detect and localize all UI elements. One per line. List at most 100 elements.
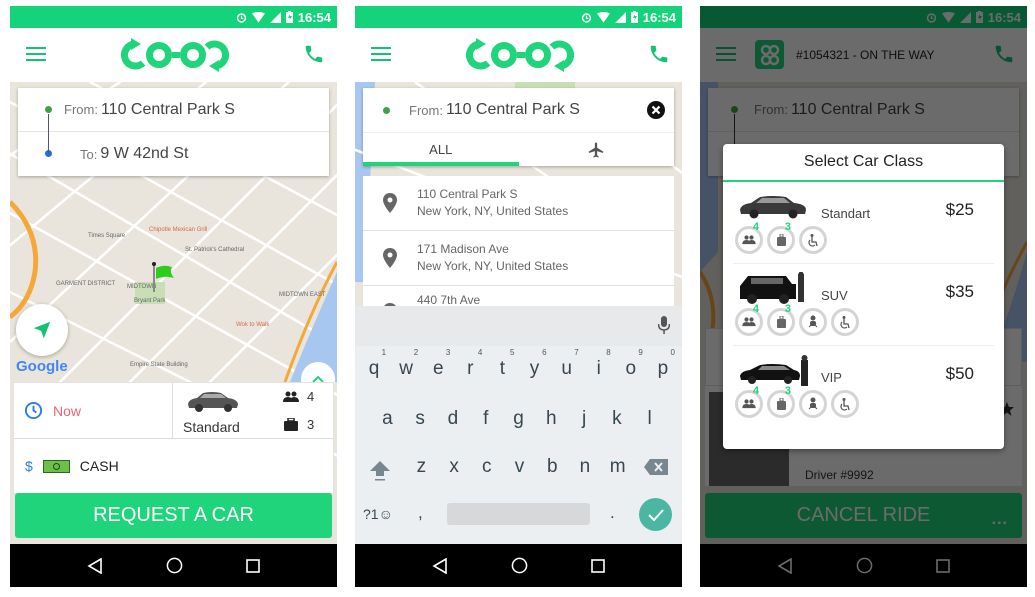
flag-marker-icon (152, 262, 174, 292)
feature-passengers: 4 (735, 221, 763, 254)
key-z[interactable]: z (405, 456, 438, 478)
luggage-count: 3 (784, 221, 791, 233)
key-l[interactable]: l (633, 408, 666, 430)
car-class-price: $25 (945, 200, 974, 219)
key-hint: 0 (670, 348, 675, 357)
passenger-count: 4 (752, 303, 759, 315)
luggage-count: 3 (784, 385, 791, 397)
menu-icon[interactable] (371, 47, 391, 63)
battery-charging-icon (630, 11, 638, 23)
child-seat-icon (808, 315, 818, 329)
standard-car-image (188, 392, 238, 412)
luggage-icon (284, 418, 298, 431)
home-icon[interactable] (511, 557, 528, 574)
key-r[interactable]: 4r (454, 348, 486, 380)
feature-child-seat (799, 390, 827, 418)
key-g[interactable]: g (502, 408, 535, 430)
home-icon[interactable] (166, 557, 183, 574)
key-u[interactable]: 7u (551, 348, 583, 380)
car-class-option[interactable]: SUV $35 4 3 (733, 264, 994, 346)
alarm-icon (236, 12, 246, 23)
key-e[interactable]: 3e (422, 348, 454, 380)
phone-icon[interactable] (303, 43, 325, 65)
from-search-input[interactable]: From: 110 Central Park S (363, 88, 674, 132)
luggage-count: 3 (784, 303, 791, 315)
key-p[interactable]: 0p (647, 348, 679, 380)
key-label: j (581, 408, 587, 429)
payment-selector[interactable]: $ CASH (14, 439, 333, 493)
car-class-option[interactable]: VIP $50 4 3 (733, 346, 994, 428)
space-key[interactable] (447, 503, 590, 525)
period-key[interactable]: . (610, 503, 615, 523)
shift-icon[interactable] (369, 459, 391, 481)
menu-icon[interactable] (26, 47, 46, 63)
key-y[interactable]: 6y (518, 348, 550, 380)
recents-icon[interactable] (591, 558, 606, 573)
tab-airports[interactable] (519, 133, 675, 166)
map-label: Wok to Walk (236, 322, 270, 328)
back-icon[interactable] (432, 557, 448, 574)
key-o[interactable]: 9o (615, 348, 647, 380)
key-m[interactable]: m (601, 456, 634, 478)
key-a[interactable]: a (371, 408, 404, 430)
phone-icon[interactable] (648, 43, 670, 65)
comma-key[interactable]: , (418, 503, 423, 523)
passenger-count: 4 (752, 221, 759, 233)
key-k[interactable]: k (600, 408, 633, 430)
select-car-class-dialog: Select Car Class Standart $25 4 3 SUV $35 4 3 VI… (723, 144, 1004, 449)
my-location-button[interactable] (16, 304, 68, 356)
suggestion-item[interactable]: 171 Madison Ave New York, NY, United Stat… (363, 231, 674, 286)
key-q[interactable]: 1q (358, 348, 390, 380)
map-label: MIDTOWN EAST (279, 292, 326, 298)
key-label: b (546, 456, 558, 477)
key-s[interactable]: s (404, 408, 437, 430)
to-field[interactable]: To: 9 W 42nd St (18, 132, 329, 176)
suggestion-item[interactable]: 110 Central Park S New York, NY, United S… (363, 176, 674, 231)
passenger-count: 4 (752, 385, 759, 397)
key-j[interactable]: j (568, 408, 601, 430)
status-bar: 16:54 (10, 6, 337, 28)
pickup-time-selector[interactable]: Now (14, 383, 173, 438)
feature-wheelchair (831, 390, 859, 418)
backspace-icon[interactable] (644, 459, 668, 475)
enter-key[interactable] (639, 498, 672, 531)
key-x[interactable]: x (438, 456, 471, 478)
key-d[interactable]: d (437, 408, 470, 430)
key-t[interactable]: 5t (486, 348, 518, 380)
key-hint: 5 (510, 348, 515, 357)
suggestion-line2: New York, NY, United States (417, 204, 569, 218)
key-hint: 6 (542, 348, 547, 357)
suggestion-item[interactable]: 440 7th Ave (363, 286, 674, 308)
wheelchair-icon (839, 397, 851, 411)
microphone-icon[interactable] (658, 316, 670, 334)
car-class-selector[interactable]: Standard 4 3 (173, 383, 333, 438)
key-n[interactable]: n (569, 456, 602, 478)
app-bar (10, 28, 337, 82)
from-field[interactable]: From: 110 Central Park S (18, 88, 329, 132)
key-b[interactable]: b (536, 456, 569, 478)
symbols-key[interactable]: ?1☺ (363, 506, 393, 522)
signal-icon (269, 11, 281, 23)
search-tabs: ALL (363, 132, 674, 166)
key-i[interactable]: 8i (583, 348, 615, 380)
key-f[interactable]: f (469, 408, 502, 430)
signal-icon (614, 11, 626, 23)
key-c[interactable]: c (470, 456, 503, 478)
back-icon[interactable] (87, 557, 103, 574)
key-w[interactable]: 2w (390, 348, 422, 380)
key-label: c (482, 456, 492, 477)
key-v[interactable]: v (503, 456, 536, 478)
feature-passengers: 4 (735, 303, 763, 336)
car-class-option[interactable]: Standart $25 4 3 (733, 182, 994, 264)
recents-icon[interactable] (246, 558, 261, 573)
feature-luggage: 3 (767, 303, 795, 336)
key-h[interactable]: h (535, 408, 568, 430)
car-class-name: Standard (183, 419, 240, 435)
key-label: e (432, 358, 444, 379)
request-car-button[interactable]: REQUEST A CAR (15, 493, 332, 538)
map-label: Times Square (88, 233, 126, 239)
clear-input-icon[interactable] (647, 101, 665, 119)
from-label: From: (64, 102, 98, 117)
route-line (48, 114, 49, 154)
soft-keyboard: 1q2w3e4r5t6y7u8i9o0p asdfghjkl zxcvbnm ?… (355, 306, 682, 544)
